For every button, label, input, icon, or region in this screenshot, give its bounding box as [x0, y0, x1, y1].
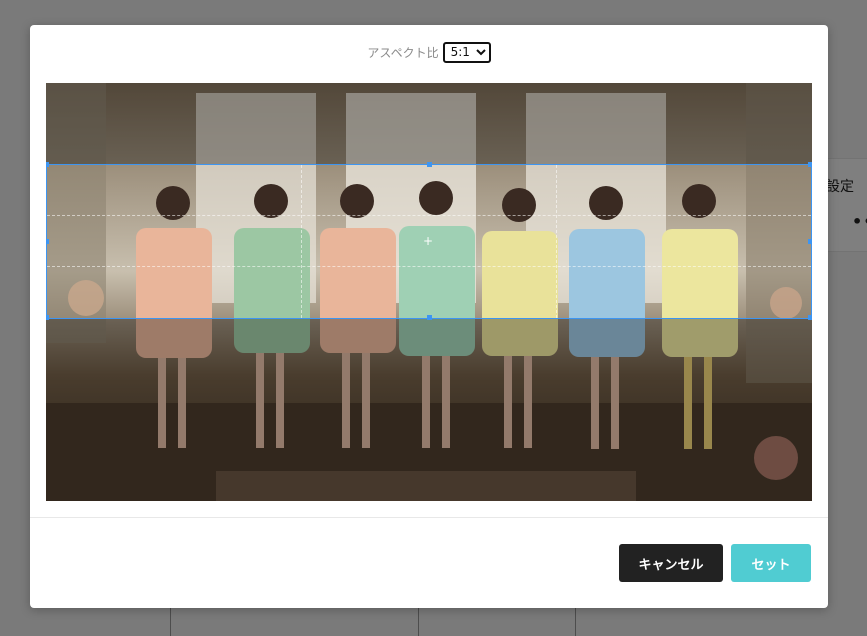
crop-center-icon: + — [423, 234, 434, 248]
crop-guide-line — [556, 165, 557, 318]
crop-dim-bottom — [46, 318, 812, 501]
aspect-ratio-label: アスペクト比 — [367, 45, 439, 60]
crop-handle-w[interactable] — [46, 239, 49, 244]
crop-handle-ne[interactable] — [808, 162, 812, 167]
crop-handle-sw[interactable] — [46, 315, 49, 320]
crop-handle-se[interactable] — [808, 315, 812, 320]
crop-selection-box[interactable]: + — [46, 162, 812, 320]
aspect-ratio-row: アスペクト比 5:1 — [30, 41, 828, 63]
aspect-ratio-select[interactable]: 5:1 — [442, 41, 491, 63]
crop-handle-s[interactable] — [427, 315, 432, 320]
crop-handle-n[interactable] — [427, 162, 432, 167]
crop-guide-line — [47, 266, 811, 267]
cancel-button[interactable]: キャンセル — [619, 544, 723, 582]
crop-guide-line — [301, 165, 302, 318]
crop-handle-nw[interactable] — [46, 162, 49, 167]
crop-image-area[interactable]: + — [46, 83, 812, 501]
crop-guide-line — [47, 215, 811, 216]
footer-divider — [30, 517, 828, 518]
crop-dialog: アスペクト比 5:1 + キャンセル セット — [30, 25, 828, 608]
crop-handle-e[interactable] — [808, 239, 812, 244]
crop-dim-top — [46, 83, 812, 164]
set-button[interactable]: セット — [731, 544, 811, 582]
